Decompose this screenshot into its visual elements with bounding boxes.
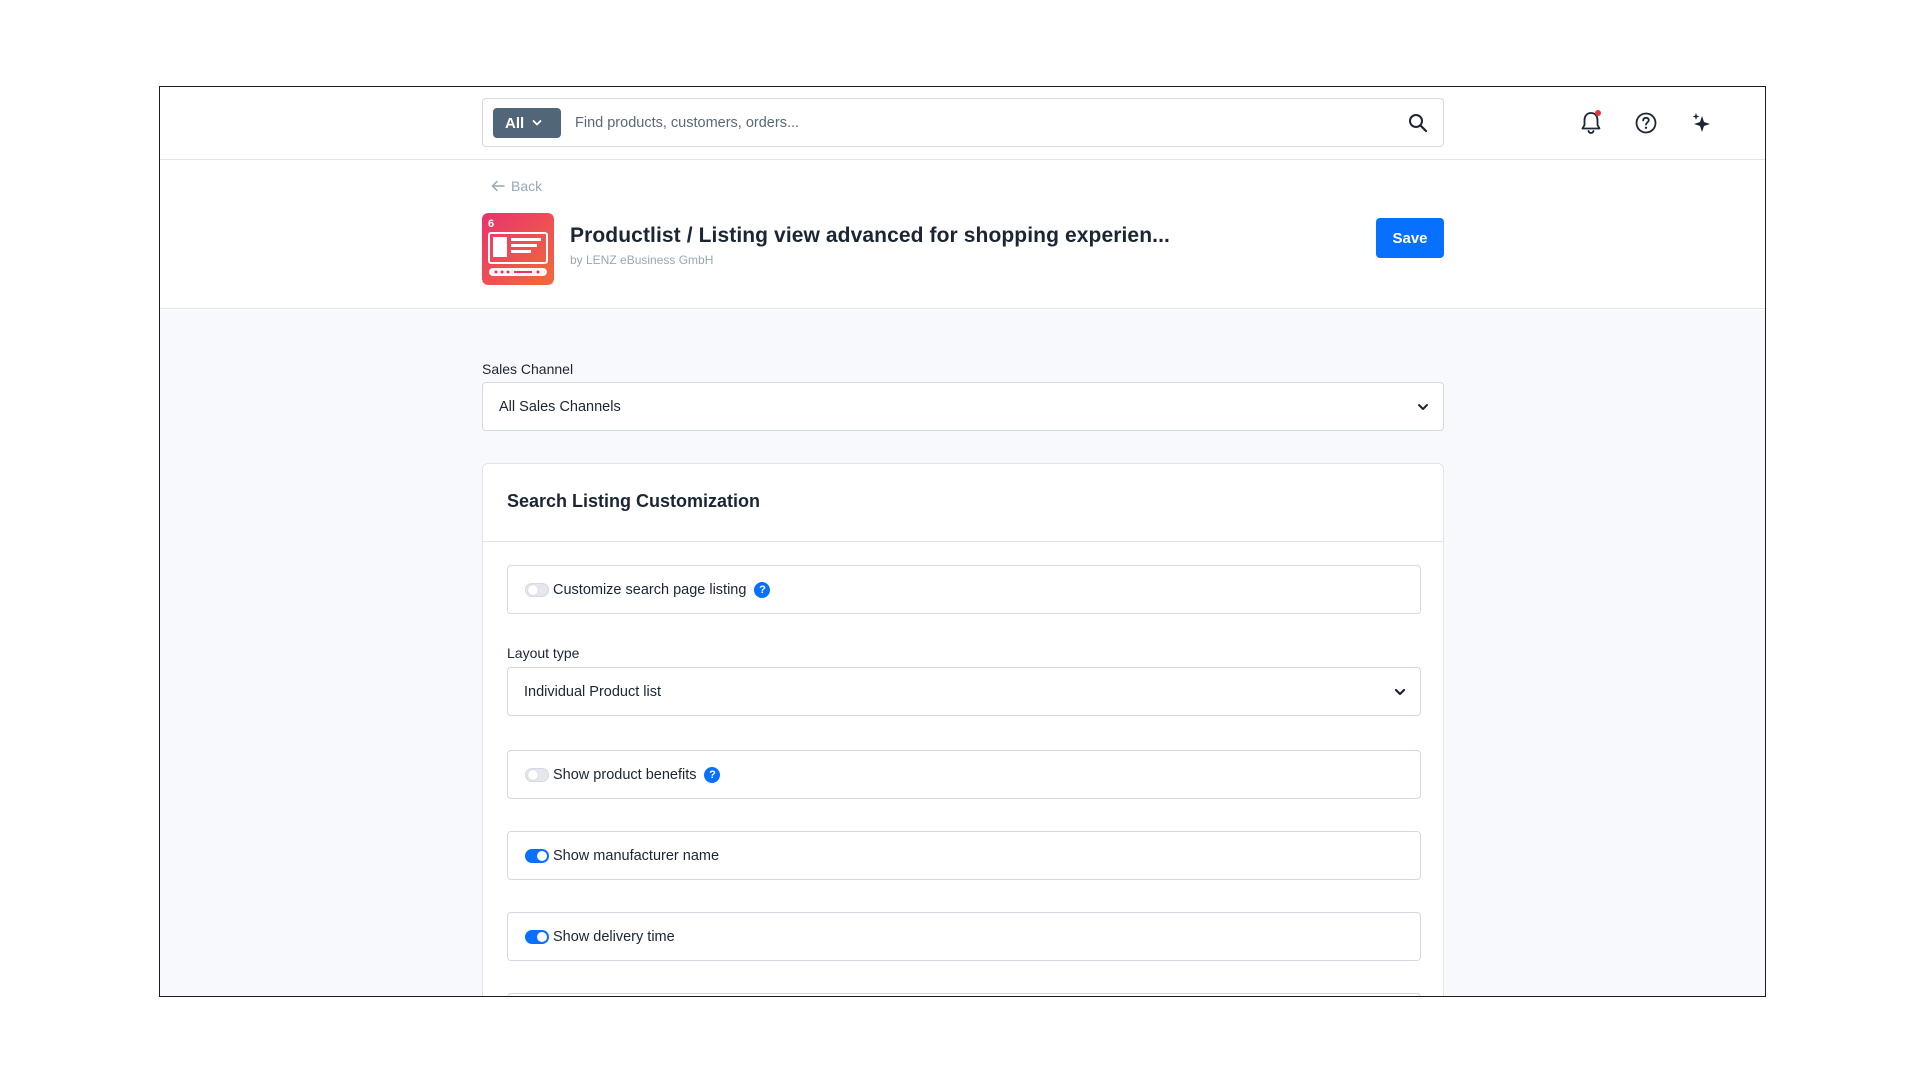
app-logo-icon: 6 xyxy=(482,213,554,285)
save-button[interactable]: Save xyxy=(1376,218,1444,258)
manufacturer-name-toggle[interactable] xyxy=(525,848,549,863)
top-bar: All xyxy=(160,87,1765,160)
layout-type-value: Individual Product list xyxy=(524,683,662,700)
delivery-time-toggle[interactable] xyxy=(525,929,549,944)
search-icon[interactable] xyxy=(1407,112,1429,134)
card-title: Search Listing Customization xyxy=(507,491,761,511)
sales-channel-value: All Sales Channels xyxy=(499,398,621,415)
back-label: Back xyxy=(511,178,543,194)
product-benefits-toggle[interactable] xyxy=(525,767,549,782)
layout-type-select[interactable]: Individual Product list xyxy=(507,667,1421,716)
page-title: Productlist / Listing view advanced for … xyxy=(570,224,1170,247)
search-input[interactable] xyxy=(575,108,1395,138)
manufacturer-name-row: Show manufacturer name xyxy=(507,831,1421,880)
card-header: Search Listing Customization xyxy=(483,464,1443,542)
next-option-row xyxy=(507,993,1421,996)
product-benefits-row: Show product benefits ? xyxy=(507,750,1421,799)
svg-text:6: 6 xyxy=(488,218,494,230)
global-search: All xyxy=(482,98,1444,147)
sales-channel-select[interactable]: All Sales Channels xyxy=(482,382,1444,431)
customize-search-toggle[interactable] xyxy=(525,582,549,597)
back-link[interactable]: Back xyxy=(491,178,542,194)
customize-search-label: Customize search page listing xyxy=(553,581,747,598)
sparkle-icon[interactable] xyxy=(1688,109,1716,137)
chevron-down-icon xyxy=(1418,404,1428,410)
delivery-time-row: Show delivery time xyxy=(507,912,1421,961)
chevron-down-icon xyxy=(1394,688,1406,696)
customize-search-row: Customize search page listing ? xyxy=(507,565,1421,614)
main-content: Sales Channel All Sales Channels Search … xyxy=(160,310,1765,996)
delivery-time-label: Show delivery time xyxy=(553,928,675,945)
sales-channel-label: Sales Channel xyxy=(482,361,574,377)
arrow-left-icon xyxy=(491,180,505,192)
help-icon[interactable]: ? xyxy=(754,581,771,598)
search-listing-card: Search Listing Customization Customize s… xyxy=(482,463,1444,996)
help-icon[interactable] xyxy=(1632,109,1660,137)
notification-dot xyxy=(1595,110,1601,116)
page-header: Back 6 Productlist / Listing view advanc… xyxy=(160,160,1765,309)
product-benefits-label: Show product benefits xyxy=(553,766,697,783)
layout-type-label: Layout type xyxy=(507,645,580,661)
app-vendor: by LENZ eBusiness GmbH xyxy=(570,253,714,267)
help-icon[interactable]: ? xyxy=(704,766,721,783)
app-window: All Back xyxy=(159,86,1766,997)
manufacturer-name-label: Show manufacturer name xyxy=(553,847,720,864)
search-scope-label: All xyxy=(505,114,525,132)
search-scope-button[interactable]: All xyxy=(493,108,561,138)
chevron-down-icon xyxy=(532,120,542,126)
